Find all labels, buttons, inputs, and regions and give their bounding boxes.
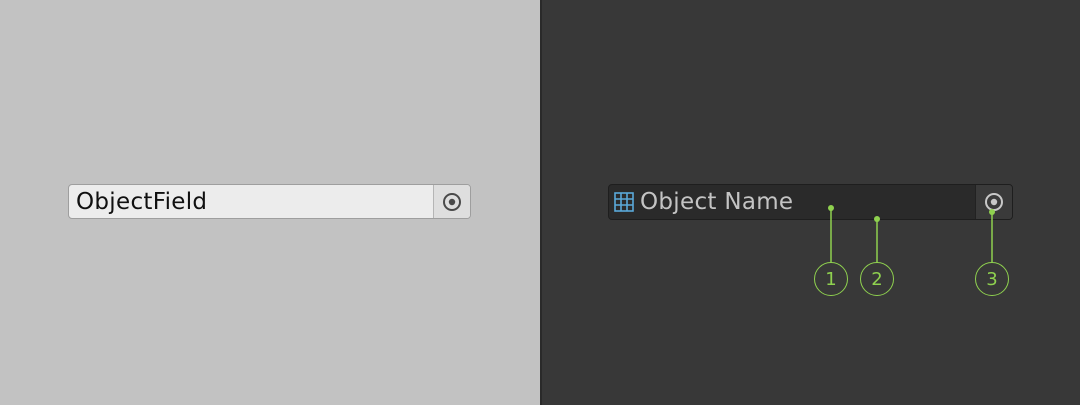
grid-object-icon (614, 192, 634, 212)
object-picker-button-dark[interactable] (975, 185, 1012, 219)
target-circle-icon (443, 192, 461, 211)
callout-3: 3 (975, 262, 1009, 296)
callout-1: 1 (814, 262, 848, 296)
object-name-label: Object Name (640, 189, 794, 215)
object-picker-button[interactable] (433, 185, 470, 218)
object-field-dark[interactable]: Object Name (608, 184, 1013, 220)
callout-2: 2 (860, 262, 894, 296)
object-field-light[interactable]: ObjectField (68, 184, 471, 219)
object-field-label: ObjectField (76, 188, 208, 215)
target-circle-icon (985, 193, 1003, 211)
